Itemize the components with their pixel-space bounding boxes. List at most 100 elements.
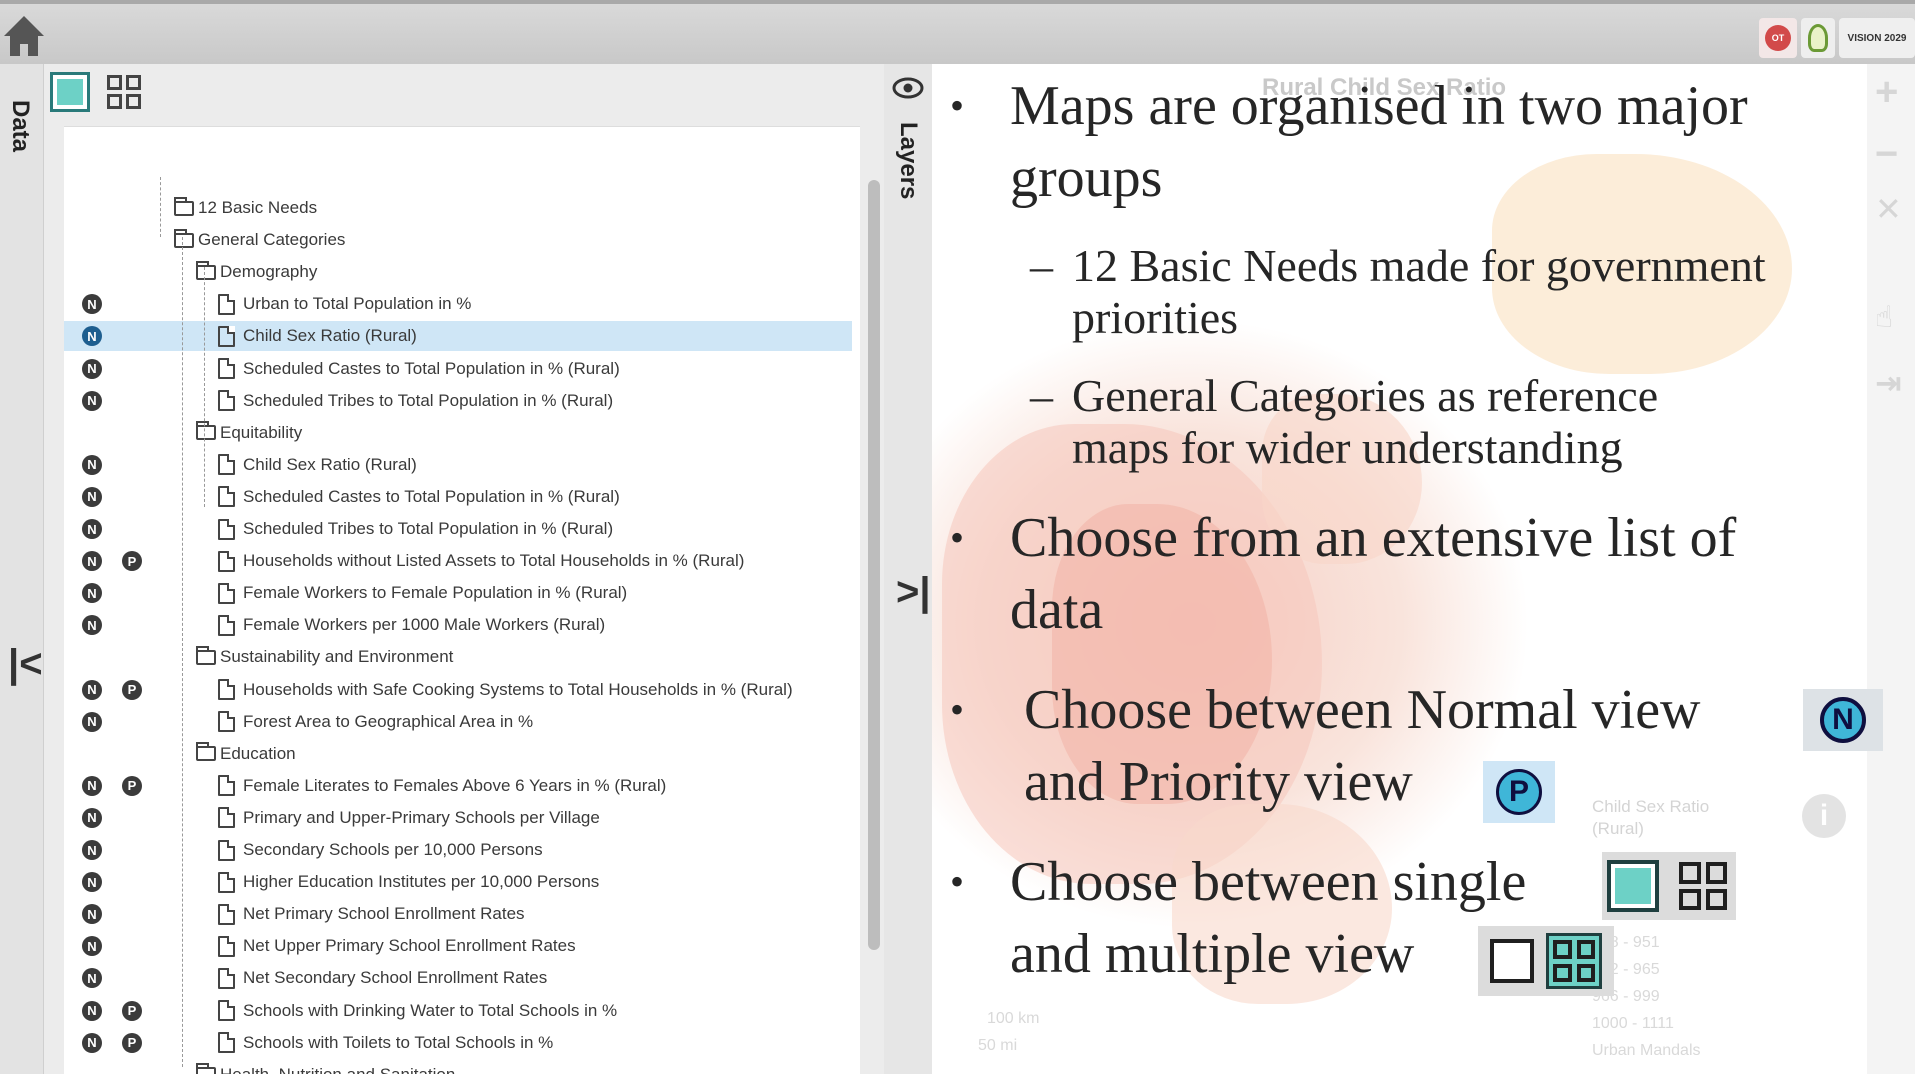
tree-item[interactable]: Households with Safe Cooking Systems to … bbox=[64, 675, 860, 705]
tree-item[interactable]: Forest Area to Geographical Area in % N bbox=[64, 707, 860, 737]
tree-item[interactable]: Net Primary School Enrollment Rates N bbox=[64, 899, 860, 929]
normal-view-badge[interactable]: N bbox=[82, 486, 102, 507]
top-bar: OT VISION 2029 bbox=[0, 0, 1915, 64]
layers-tab-label[interactable]: Layers bbox=[894, 122, 922, 199]
tree-item[interactable]: Primary and Upper-Primary Schools per Vi… bbox=[64, 803, 860, 833]
normal-view-badge[interactable]: N bbox=[82, 1032, 102, 1053]
normal-view-badge[interactable]: N bbox=[82, 358, 102, 379]
normal-view-badge[interactable]: N bbox=[82, 840, 102, 860]
tree-folder[interactable]: Sustainability and Environment bbox=[64, 642, 860, 672]
tree-item[interactable]: Child Sex Ratio (Rural) N bbox=[64, 450, 860, 480]
normal-view-badge[interactable]: N bbox=[82, 551, 102, 572]
file-icon bbox=[218, 775, 235, 797]
tree-folder[interactable]: Equitability bbox=[64, 418, 860, 448]
normal-view-badge[interactable]: N bbox=[82, 454, 102, 475]
fullscreen-icon[interactable]: ✕ bbox=[1875, 190, 1902, 228]
tree-item[interactable]: Households without Listed Assets to Tota… bbox=[64, 546, 860, 576]
file-icon bbox=[218, 871, 235, 893]
view-toggle bbox=[50, 72, 144, 112]
eye-icon[interactable] bbox=[892, 76, 924, 100]
tree-folder[interactable]: 12 Basic Needs bbox=[64, 193, 860, 223]
partner-logos: OT VISION 2029 bbox=[1759, 18, 1915, 58]
file-icon bbox=[218, 935, 235, 957]
tree-folder[interactable]: Education bbox=[64, 739, 860, 769]
normal-view-badge[interactable]: N bbox=[82, 294, 102, 315]
tree-folder[interactable]: Health, Nutrition and Sanitation bbox=[64, 1060, 860, 1074]
multiple-view-icon[interactable] bbox=[104, 72, 144, 112]
bulb-logo bbox=[1801, 18, 1835, 58]
tree-item[interactable]: Net Upper Primary School Enrollment Rate… bbox=[64, 931, 860, 961]
normal-view-badge[interactable]: N bbox=[82, 519, 102, 539]
normal-view-badge[interactable]: N bbox=[82, 1000, 102, 1021]
normal-view-badge[interactable]: N bbox=[82, 711, 102, 732]
normal-view-badge[interactable]: N bbox=[82, 968, 102, 989]
data-tab-label[interactable]: Data bbox=[6, 100, 34, 152]
folder-icon bbox=[196, 421, 216, 441]
tree-item-label: Forest Area to Geographical Area in % bbox=[243, 711, 534, 731]
normal-view-badge[interactable]: N bbox=[82, 615, 102, 636]
tree-item[interactable]: Female Workers per 1000 Male Workers (Ru… bbox=[64, 610, 860, 640]
tree-item[interactable]: Female Workers to Female Population in %… bbox=[64, 578, 860, 608]
export-icon[interactable]: ⇥ bbox=[1875, 364, 1902, 402]
tree-item-label: Urban to Total Population in % bbox=[243, 294, 472, 314]
tree-guide-line bbox=[204, 267, 205, 507]
priority-view-badge[interactable]: P bbox=[122, 679, 142, 700]
file-icon bbox=[218, 839, 235, 861]
single-view-icon[interactable] bbox=[50, 72, 90, 112]
legend-title: Child Sex Ratio (Rural) bbox=[1592, 797, 1710, 838]
tree-item[interactable]: Schools with Toilets to Total Schools in… bbox=[64, 1028, 860, 1058]
info-icon[interactable]: i bbox=[1802, 794, 1846, 838]
normal-view-badge[interactable]: N bbox=[82, 679, 102, 700]
priority-view-badge[interactable]: P bbox=[122, 1000, 142, 1021]
home-icon[interactable] bbox=[2, 12, 46, 60]
normal-view-badge[interactable]: N bbox=[82, 807, 102, 828]
tree-folder[interactable]: Demography bbox=[64, 257, 860, 287]
folder-icon bbox=[174, 228, 194, 248]
priority-view-icon: P bbox=[1483, 761, 1555, 823]
tree-item-label: Female Literates to Females Above 6 Year… bbox=[243, 775, 667, 795]
normal-view-badge[interactable]: N bbox=[82, 583, 102, 604]
tree-item[interactable]: Higher Education Institutes per 10,000 P… bbox=[64, 867, 860, 897]
zoom-in-icon[interactable]: + bbox=[1875, 70, 1898, 115]
collapse-left-icon[interactable]: |< bbox=[8, 642, 43, 687]
priority-view-badge[interactable]: P bbox=[122, 775, 142, 796]
normal-view-badge[interactable]: N bbox=[82, 775, 102, 796]
normal-view-badge[interactable]: N bbox=[82, 904, 102, 925]
data-panel: 12 Basic Needs General Categories Demograp… bbox=[44, 64, 884, 1074]
tree-item[interactable]: Scheduled Castes to Total Population in … bbox=[64, 482, 860, 512]
file-icon bbox=[218, 518, 235, 540]
zoom-out-icon[interactable]: − bbox=[1875, 132, 1898, 177]
tree-item-label: Households with Safe Cooking Systems to … bbox=[243, 679, 793, 699]
tree-item[interactable]: Scheduled Tribes to Total Population in … bbox=[64, 514, 860, 544]
tree-folder[interactable]: General Categories bbox=[64, 225, 860, 255]
tree-item[interactable]: Net Secondary School Enrollment Rates N bbox=[64, 963, 860, 993]
tree-item[interactable]: Female Literates to Females Above 6 Year… bbox=[64, 771, 860, 801]
tree-item[interactable]: Scheduled Tribes to Total Population in … bbox=[64, 386, 860, 416]
priority-view-badge[interactable]: P bbox=[122, 1032, 142, 1053]
collapse-right-icon[interactable]: >| bbox=[896, 570, 931, 615]
file-icon bbox=[218, 325, 235, 347]
file-icon bbox=[218, 711, 235, 733]
tree-item-label: Education bbox=[220, 743, 296, 763]
tree-item[interactable]: Scheduled Castes to Total Population in … bbox=[64, 354, 860, 384]
hand-pointer-icon[interactable]: ☝ bbox=[1875, 300, 1893, 335]
tree-item[interactable]: Secondary Schools per 10,000 Persons N bbox=[64, 835, 860, 865]
tree-item-label: Health, Nutrition and Sanitation bbox=[220, 1065, 455, 1074]
normal-view-badge[interactable]: N bbox=[82, 326, 102, 347]
file-icon bbox=[218, 614, 235, 636]
tree-item-label: Scheduled Tribes to Total Population in … bbox=[243, 390, 614, 410]
priority-view-badge[interactable]: P bbox=[122, 551, 142, 572]
tree-item-label: Equitability bbox=[220, 422, 303, 442]
normal-view-badge[interactable]: N bbox=[82, 936, 102, 957]
tree-item[interactable]: Schools with Drinking Water to Total Sch… bbox=[64, 996, 860, 1026]
normal-view-badge[interactable]: N bbox=[82, 872, 102, 893]
normal-view-badge[interactable]: N bbox=[82, 390, 102, 411]
tree-item-label: 12 Basic Needs bbox=[198, 198, 318, 217]
tree-item-label: Child Sex Ratio (Rural) bbox=[243, 326, 417, 346]
file-icon bbox=[218, 582, 235, 604]
tree-item[interactable]: Urban to Total Population in % N bbox=[64, 289, 860, 319]
tree-guide-line bbox=[160, 177, 161, 237]
legend-item: 1000 - 1111 bbox=[1592, 1015, 1674, 1032]
file-icon bbox=[218, 903, 235, 925]
tree-scrollbar[interactable] bbox=[868, 180, 880, 950]
